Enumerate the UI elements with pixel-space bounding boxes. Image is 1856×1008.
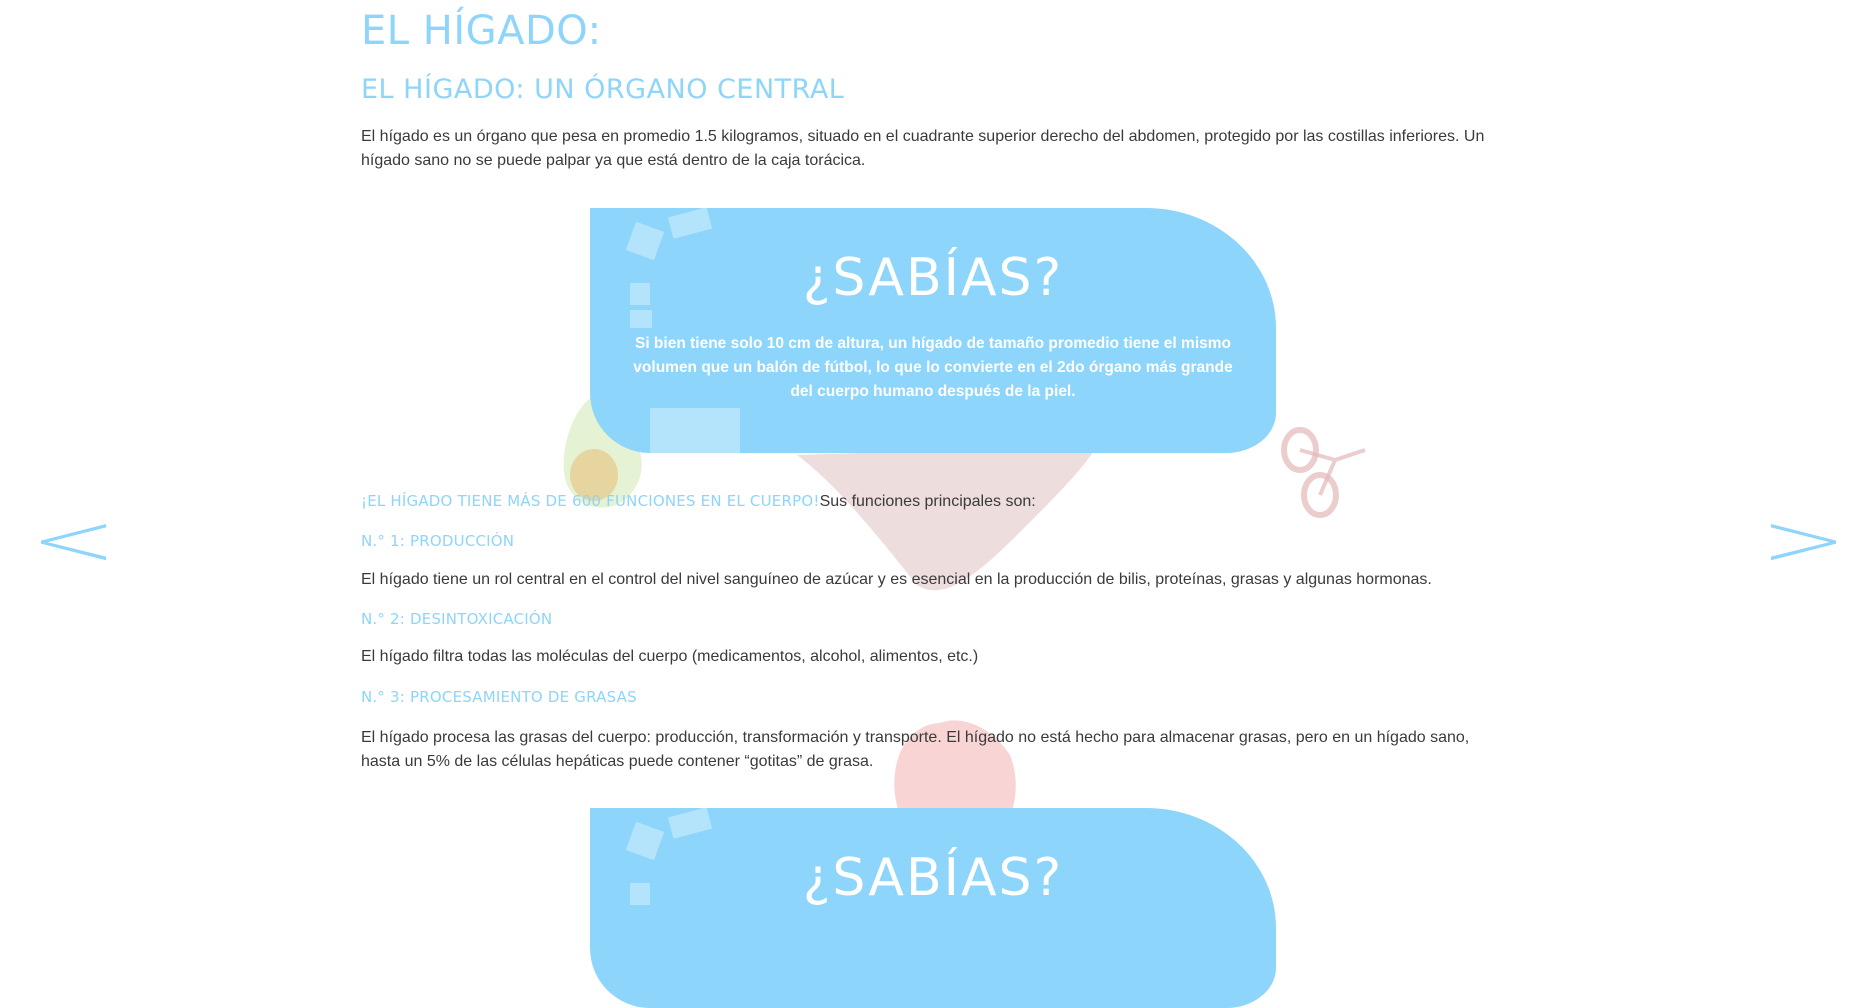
function-3-text: El hígado procesa las grasas del cuerpo:… [361, 729, 1470, 770]
functions-heading-text: ¡EL HÍGADO TIENE MÁS DE 600 FUNCIONES EN… [361, 492, 820, 510]
callout-2-title: ¿SABÍAS? [802, 848, 1064, 908]
function-3-title: N.° 3: PROCESAMIENTO DE GRASAS [361, 688, 637, 706]
function-1-title: N.° 1: PRODUCCIÓN [361, 532, 515, 550]
next-slide-arrow[interactable]: > [1760, 504, 1847, 577]
did-you-know-callout: ¿SABÍAS? Si bien tiene solo 10 cm de alt… [590, 208, 1276, 453]
intro-paragraph: El hígado es un órgano que pesa en prome… [361, 128, 1485, 169]
callout-title: ¿SABÍAS? [802, 248, 1064, 308]
bicycle-illustration [1281, 427, 1366, 518]
functions-heading: ¡EL HÍGADO TIENE MÁS DE 600 FUNCIONES EN… [361, 492, 1036, 511]
callout-text: Si bien tiene solo 10 cm de altura, un h… [633, 335, 1233, 400]
functions-intro: Sus funciones principales son: [819, 493, 1036, 510]
did-you-know-callout-2: ¿SABÍAS? [590, 808, 1276, 1008]
decorative-square [667, 208, 713, 239]
previous-slide-arrow[interactable]: < [30, 504, 117, 577]
decorative-square [650, 408, 740, 453]
function-1-text: El hígado tiene un rol central en el con… [361, 571, 1432, 588]
function-2-title: N.° 2: DESINTOXICACIÓN [361, 610, 553, 628]
page-title: EL HÍGADO: [361, 8, 602, 54]
function-2-text: El hígado filtra todas las moléculas del… [361, 648, 979, 665]
decorative-square [667, 808, 713, 839]
decorative-square [630, 310, 652, 328]
page-subtitle: EL HÍGADO: UN ÓRGANO CENTRAL [361, 74, 845, 105]
